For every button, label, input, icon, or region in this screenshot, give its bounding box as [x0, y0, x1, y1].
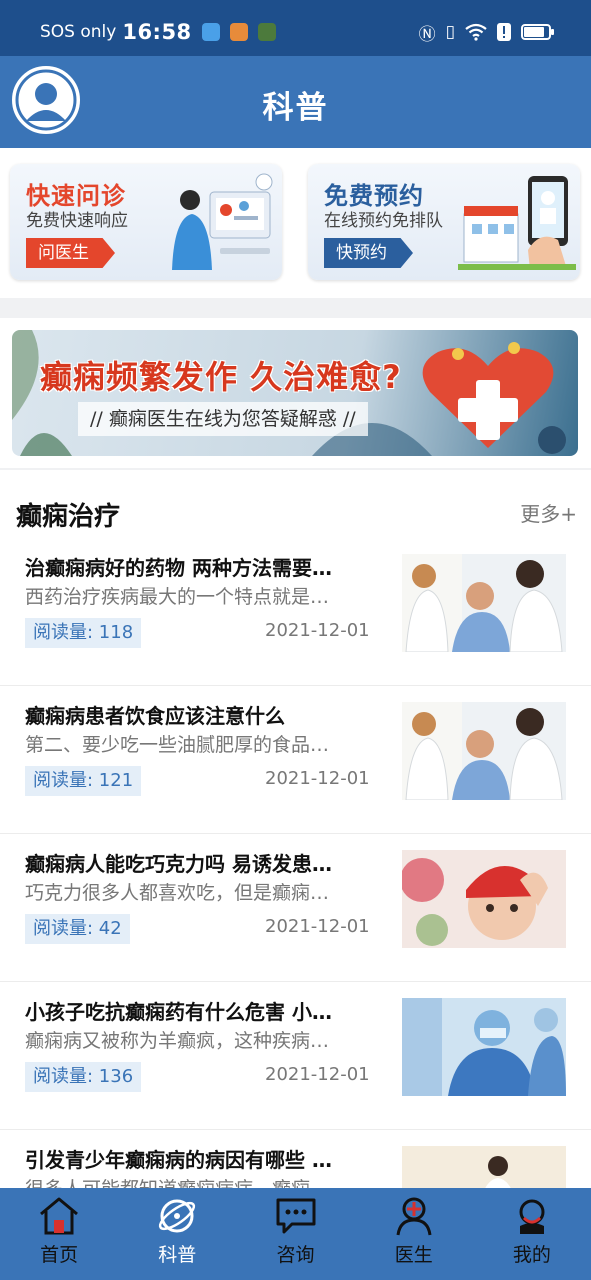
quick-consult-card[interactable]: 快速问诊 免费快速响应 问医生 — [10, 164, 282, 280]
ask-doctor-button[interactable]: 问医生 — [26, 238, 115, 268]
article-title: 小孩子吃抗癫痫药有什么危害 小… — [25, 1000, 332, 1024]
home-icon — [40, 1197, 79, 1235]
consult-illustration-icon — [172, 173, 273, 270]
booking-illustration-icon — [458, 176, 576, 270]
science-icon — [159, 1199, 196, 1233]
tab-label: 我的 — [512, 1244, 551, 1266]
section-divider — [0, 468, 591, 470]
bottom-tab-bar: 首页 科普 咨询 医生 我的 — [0, 1188, 591, 1280]
section-divider — [0, 298, 591, 318]
status-left: SOS only 16:58 — [40, 20, 276, 44]
surgery-image-icon — [402, 998, 566, 1096]
doctor-patient-image-icon — [402, 554, 566, 652]
article-thumbnail — [402, 554, 566, 652]
tab-label: 科普 — [158, 1244, 197, 1266]
article-views: 阅读量: 136 — [25, 1062, 142, 1092]
clock-text: 16:58 — [122, 20, 192, 44]
page-title: 科普 — [262, 90, 329, 126]
section-title: 癫痫治疗 — [16, 502, 121, 532]
tab-label: 首页 — [40, 1244, 79, 1266]
app-header: 科普 — [0, 56, 591, 148]
quick-booking-card[interactable]: 免费预约 在线预约免排队 快预约 — [308, 164, 580, 280]
alert-icon — [497, 23, 511, 41]
article-thumbnail — [402, 702, 566, 800]
banner-title: 癫痫频繁发作 久治难愈? — [40, 358, 402, 396]
carrier-text: SOS only — [40, 22, 117, 42]
vibrate-icon: ▯ — [445, 22, 455, 42]
tab-label: 医生 — [394, 1244, 433, 1266]
profile-icon — [519, 1199, 545, 1234]
doctor-icon — [396, 1197, 432, 1236]
article-excerpt: 巧克力很多人都喜欢吃，但是癫痫… — [25, 882, 330, 904]
article-excerpt: 癫痫病又被称为羊癫疯，这种疾病… — [25, 1030, 330, 1052]
article-title: 治癫痫病好的药物 两种方法需要… — [25, 556, 332, 580]
card-subtitle: 在线预约免排队 — [324, 211, 443, 231]
status-right: Ⓝ ▯ — [418, 20, 554, 45]
tab-home[interactable]: 首页 — [0, 1188, 118, 1280]
battery-icon — [521, 24, 554, 40]
article-date: 2021-12-01 — [265, 916, 370, 937]
article-title: 癫痫病人能吃巧克力吗 易诱发患… — [25, 852, 332, 876]
article-title: 癫痫病患者饮食应该注意什么 — [25, 704, 285, 728]
article-excerpt: 第二、要少吃一些油腻肥厚的食品… — [25, 734, 330, 756]
status-bar: SOS only 16:58 Ⓝ ▯ — [0, 0, 591, 64]
wifi-icon — [465, 23, 487, 41]
tab-label: 咨询 — [276, 1244, 315, 1266]
article-date: 2021-12-01 — [265, 1064, 370, 1085]
nfc-icon: Ⓝ — [418, 24, 436, 45]
heart-plus-icon — [422, 342, 554, 448]
article-date: 2021-12-01 — [265, 620, 370, 641]
promo-banner[interactable]: 癫痫频繁发作 久治难愈? // 癫痫医生在线为您答疑解惑 // — [12, 330, 578, 456]
more-link[interactable]: 更多+ — [520, 498, 577, 527]
tab-science[interactable]: 科普 — [118, 1188, 236, 1280]
article-date: 2021-12-01 — [265, 768, 370, 789]
article-views: 阅读量: 121 — [25, 766, 142, 796]
tab-profile[interactable]: 我的 — [473, 1188, 591, 1280]
notification-app-icon — [201, 23, 220, 41]
section-header: 癫痫治疗 更多+ — [0, 488, 591, 538]
tab-doctor[interactable]: 医生 — [355, 1188, 473, 1280]
notification-app-icon — [229, 23, 248, 41]
doctor-patient-image-icon — [402, 702, 566, 800]
notification-app-icon — [257, 23, 276, 41]
article-item[interactable]: 癫痫病人能吃巧克力吗 易诱发患… 巧克力很多人都喜欢吃，但是癫痫… 阅读量: 4… — [0, 834, 591, 982]
article-views: 阅读量: 42 — [25, 914, 130, 944]
battery-level — [524, 27, 544, 37]
article-item[interactable]: 治癫痫病好的药物 两种方法需要… 西药治疗疾病最大的一个特点就是… 阅读量: 1… — [0, 538, 591, 686]
quick-booking-button[interactable]: 快预约 — [324, 238, 413, 268]
article-thumbnail — [402, 998, 566, 1096]
quick-actions: 快速问诊 免费快速响应 问医生 免费预约 在线预约免排队 快预约 — [0, 148, 591, 298]
article-item[interactable]: 小孩子吃抗癫痫药有什么危害 小… 癫痫病又被称为羊癫疯，这种疾病… 阅读量: 1… — [0, 982, 591, 1130]
article-item[interactable]: 癫痫病患者饮食应该注意什么 第二、要少吃一些油腻肥厚的食品… 阅读量: 121 … — [0, 686, 591, 834]
article-views: 阅读量: 118 — [25, 618, 142, 648]
article-thumbnail — [402, 850, 566, 948]
child-image-icon — [402, 850, 566, 948]
banner-subtitle: // 癫痫医生在线为您答疑解惑 // — [78, 402, 368, 436]
chat-icon — [276, 1198, 315, 1234]
article-title: 引发青少年癫痫病的病因有哪些 … — [25, 1148, 332, 1172]
article-excerpt: 西药治疗疾病最大的一个特点就是… — [25, 586, 330, 608]
tab-consult[interactable]: 咨询 — [236, 1188, 354, 1280]
card-subtitle: 免费快速响应 — [26, 211, 128, 231]
